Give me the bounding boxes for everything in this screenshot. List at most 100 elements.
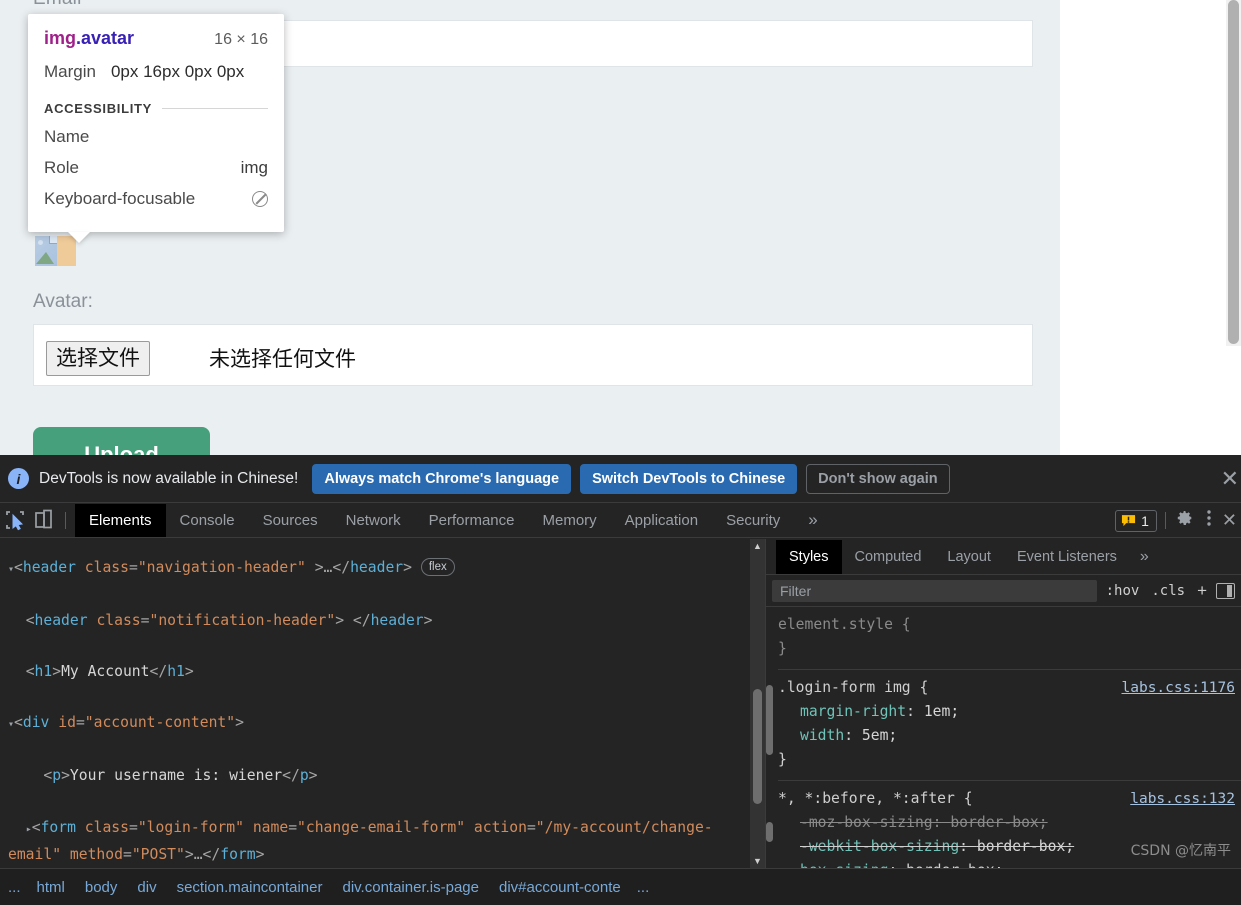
styles-scrollbar-thumb[interactable] xyxy=(766,685,773,755)
page-scrollbar[interactable] xyxy=(1226,0,1241,346)
tooltip-margin-row: Margin 0px 16px 0px 0px xyxy=(44,62,268,82)
page-scrollbar-thumb[interactable] xyxy=(1228,0,1239,344)
rule-source-link[interactable]: labs.css:132 xyxy=(1130,787,1235,811)
breadcrumb-item-body[interactable]: body xyxy=(75,879,128,896)
cls-toggle[interactable]: .cls xyxy=(1148,583,1188,599)
tab-console[interactable]: Console xyxy=(166,504,249,537)
css-declaration-box-sizing[interactable]: box-sizing: border-box; xyxy=(778,859,1241,868)
css-declaration-width[interactable]: width: 5em; xyxy=(778,724,1241,748)
dom-tree: ▾<header class="navigation-header" >…</h… xyxy=(0,539,750,868)
dont-show-again-button[interactable]: Don't show again xyxy=(806,463,950,494)
kebab-menu-icon[interactable] xyxy=(1206,508,1212,533)
tab-security[interactable]: Security xyxy=(712,504,794,537)
more-tabs-icon[interactable]: » xyxy=(794,510,831,530)
watermark: CSDN @忆南平 xyxy=(1130,843,1231,859)
screenshot-root: Email Avatar: 选择文件 未选择任何文件 Upload img.av… xyxy=(0,0,1241,905)
tab-network[interactable]: Network xyxy=(332,504,415,537)
devtools-body: ▾<header class="navigation-header" >…</h… xyxy=(0,539,1241,868)
tab-sources[interactable]: Sources xyxy=(249,504,332,537)
broken-image-corner xyxy=(49,236,57,244)
css-property-name[interactable]: width xyxy=(800,727,844,744)
avatar-file-input[interactable]: 选择文件 未选择任何文件 xyxy=(33,324,1033,386)
rule-selector-row: .login-form img { labs.css:1176 xyxy=(778,676,1241,700)
css-property-name[interactable]: -webkit-box-sizing xyxy=(800,838,959,855)
tab-computed[interactable]: Computed xyxy=(842,540,935,574)
warning-count-chip[interactable]: 1 xyxy=(1115,509,1157,532)
css-property-value[interactable]: 1em; xyxy=(924,703,959,720)
breadcrumb-item-div-account-content[interactable]: div#account-conte xyxy=(489,879,631,896)
breadcrumb-overflow-left[interactable]: ... xyxy=(2,879,27,896)
tooltip-a11y-name-label: Name xyxy=(44,127,90,146)
styles-scrollbar-thumb-2[interactable] xyxy=(766,822,773,842)
choose-file-button[interactable]: 选择文件 xyxy=(46,341,150,377)
notice-message: DevTools is now available in Chinese! xyxy=(39,469,299,487)
device-toolbar-icon[interactable] xyxy=(30,507,56,533)
info-icon: i xyxy=(8,468,29,489)
styles-rules-list: element.style { } .login-form img { labs… xyxy=(766,607,1241,868)
rule-close: } xyxy=(778,640,787,657)
warning-count: 1 xyxy=(1141,512,1149,529)
breadcrumb-item-html[interactable]: html xyxy=(27,879,75,896)
warning-icon xyxy=(1122,515,1136,527)
tooltip-a11y-keyboard-label: Keyboard-focusable xyxy=(44,189,196,208)
tooltip-tag-name: img xyxy=(44,28,77,48)
dom-line-navigation-header[interactable]: ▾<header class="navigation-header" >…</h… xyxy=(0,555,750,583)
styles-more-tabs-icon[interactable]: » xyxy=(1130,548,1149,566)
close-devtools-icon[interactable]: ✕ xyxy=(1222,510,1237,531)
tab-elements[interactable]: Elements xyxy=(75,503,166,537)
tab-styles[interactable]: Styles xyxy=(776,539,842,574)
flex-badge[interactable]: flex xyxy=(420,557,455,576)
tab-event-listeners[interactable]: Event Listeners xyxy=(1004,540,1130,574)
styles-filter-input[interactable]: Filter xyxy=(772,579,1097,602)
hov-toggle[interactable]: :hov xyxy=(1103,583,1143,599)
tab-performance[interactable]: Performance xyxy=(415,504,529,537)
always-match-language-button[interactable]: Always match Chrome's language xyxy=(312,463,572,494)
tooltip-a11y-role-value: img xyxy=(240,158,268,177)
dom-line-change-email-form[interactable]: ▸<form class="login-form" name="change-e… xyxy=(0,815,750,868)
dom-scrollbar-thumb[interactable] xyxy=(753,689,762,804)
rule-selector[interactable]: *, *:before, *:after { xyxy=(778,790,973,807)
tooltip-a11y-role-row: Role img xyxy=(44,158,268,178)
css-declaration-margin-right[interactable]: margin-right: 1em; xyxy=(778,700,1241,724)
rule-element-style[interactable]: element.style { } xyxy=(778,613,1241,665)
toolbar-right-group: 1 ✕ xyxy=(1115,503,1241,538)
dom-line-h1[interactable]: <h1>My Account</h1> xyxy=(0,659,750,685)
tooltip-divider xyxy=(162,108,268,109)
css-property-value[interactable]: border-box; xyxy=(950,814,1047,831)
dom-line-notification-header[interactable]: <header class="notification-header"> </h… xyxy=(0,608,750,634)
upload-button[interactable]: Upload xyxy=(33,427,210,455)
dom-line-account-content[interactable]: ▾<div id="account-content"> xyxy=(0,710,750,738)
css-property-name[interactable]: -moz-box-sizing xyxy=(800,814,933,831)
dom-breadcrumb: ... html body div section.maincontainer … xyxy=(0,868,1241,905)
dom-tree-scrollbar[interactable]: ▲ ▼ xyxy=(750,539,765,868)
css-property-name[interactable]: margin-right xyxy=(800,703,906,720)
close-notice-icon[interactable]: ✕ xyxy=(1221,467,1239,490)
tab-memory[interactable]: Memory xyxy=(529,504,611,537)
breadcrumb-overflow-right[interactable]: ... xyxy=(631,879,656,896)
css-declaration-moz-box-sizing[interactable]: -moz-box-sizing: border-box; xyxy=(778,811,1241,835)
dom-line-username[interactable]: <p>Your username is: wiener</p> xyxy=(0,763,750,789)
scroll-up-icon[interactable]: ▲ xyxy=(750,539,765,553)
breadcrumb-item-section-maincontainer[interactable]: section.maincontainer xyxy=(167,879,333,896)
tooltip-element-name: img.avatar xyxy=(44,28,134,49)
toggle-sidebar-icon[interactable] xyxy=(1216,582,1235,599)
tooltip-header: img.avatar 16 × 16 xyxy=(44,28,268,49)
rule-login-form-img[interactable]: .login-form img { labs.css:1176 margin-r… xyxy=(778,669,1241,776)
rule-source-link[interactable]: labs.css:1176 xyxy=(1122,676,1236,700)
inspect-element-icon[interactable] xyxy=(2,507,28,533)
tab-layout[interactable]: Layout xyxy=(934,540,1004,574)
tab-application[interactable]: Application xyxy=(611,504,712,537)
rule-selector[interactable]: .login-form img { xyxy=(778,679,928,696)
rule-selector-row: *, *:before, *:after { labs.css:132 xyxy=(778,787,1241,811)
scroll-down-icon[interactable]: ▼ xyxy=(750,854,765,868)
element-inspector-tooltip: img.avatar 16 × 16 Margin 0px 16px 0px 0… xyxy=(28,14,284,232)
gear-icon[interactable] xyxy=(1176,509,1194,532)
css-property-value[interactable]: border-box; xyxy=(977,838,1074,855)
switch-devtools-language-button[interactable]: Switch DevTools to Chinese xyxy=(580,463,798,494)
css-property-value[interactable]: 5em; xyxy=(862,727,897,744)
broken-image-icon xyxy=(35,236,57,266)
rule-selector[interactable]: element.style { xyxy=(778,613,1241,637)
breadcrumb-item-div-container-is-page[interactable]: div.container.is-page xyxy=(333,879,489,896)
new-style-rule-icon[interactable]: + xyxy=(1194,581,1210,601)
breadcrumb-item-div[interactable]: div xyxy=(127,879,166,896)
